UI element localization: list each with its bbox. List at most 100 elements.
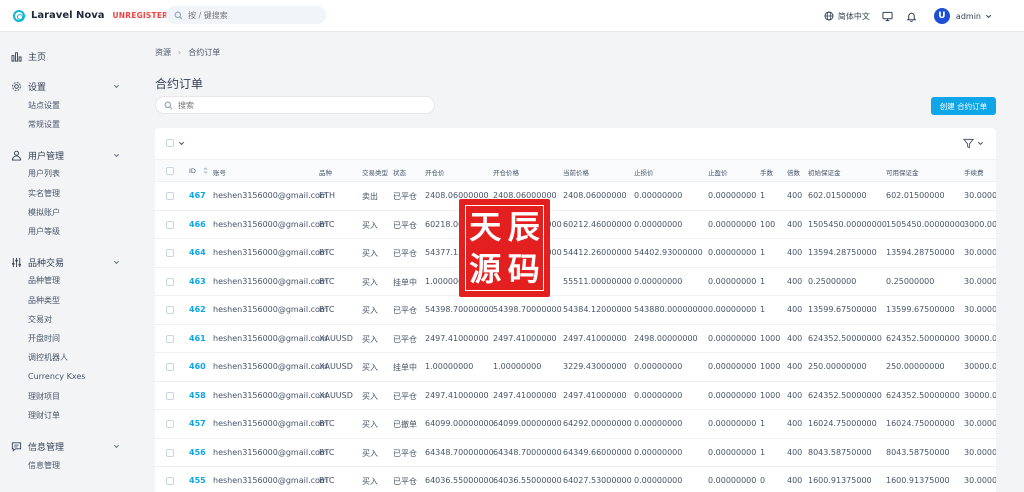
col-take-profit-cell: 0.00000000 xyxy=(708,447,757,457)
col-leverage-cell: 400 xyxy=(787,219,803,229)
sidebar-item-symbols[interactable]: 品种管理 xyxy=(28,275,60,286)
col-id-cell[interactable]: 467 xyxy=(189,191,206,200)
select-all-checkbox[interactable] xyxy=(166,139,174,147)
col-lots-cell: 1 xyxy=(760,276,766,286)
col-trade-type-cell: 买入 xyxy=(362,277,378,287)
row-checkbox[interactable] xyxy=(166,277,174,286)
sidebar-item-user-list[interactable]: 用户列表 xyxy=(28,168,60,179)
table-row[interactable]: 455 heshen3156000@gmail.com BTC 买入 已平仓 64036.… xyxy=(155,467,996,492)
row-checkbox[interactable] xyxy=(166,420,174,428)
col-open-price-cell: 2497.41000000 xyxy=(425,333,489,343)
sidebar-item-wealth-products[interactable]: 理财项目 xyxy=(28,391,60,402)
col-account-cell: heshen3156000@gmail.com xyxy=(213,362,328,371)
row-checkbox[interactable] xyxy=(166,448,174,457)
row-checkbox[interactable] xyxy=(166,391,174,400)
col-initial-margin-cell: 624352.50000000 xyxy=(808,390,882,400)
language-switcher[interactable]: 简体中文 xyxy=(824,11,870,22)
chevron-down-icon[interactable] xyxy=(985,13,992,20)
col-id-cell[interactable]: 456 xyxy=(189,448,206,457)
col-lots-cell: 1 xyxy=(760,248,766,257)
breadcrumb-resources[interactable]: 资源 xyxy=(155,47,171,58)
sidebar-item-kyc[interactable]: 实名管理 xyxy=(28,188,60,199)
table-row[interactable]: 461 heshen3156000@gmail.com XAUUSD 买入 已平仓 249… xyxy=(155,325,996,353)
header-col-current-price: 当前价格 xyxy=(563,169,589,177)
global-search[interactable] xyxy=(166,6,326,24)
sidebar-item-messages[interactable]: 信息管理 xyxy=(28,460,60,471)
table-row[interactable]: 456 heshen3156000@gmail.com BTC 买入 已平仓 64348.… xyxy=(155,439,996,467)
col-initial-margin-cell: 13599.67500000 xyxy=(808,305,877,314)
filter-button[interactable] xyxy=(963,138,984,149)
header-col-id[interactable]: ID xyxy=(189,167,196,175)
sidebar-group-label: 设置 xyxy=(28,83,47,93)
stamp-char: 天 xyxy=(469,208,502,246)
col-available-margin-cell: 16024.75000000 xyxy=(886,419,955,428)
row-checkbox[interactable] xyxy=(166,249,174,257)
col-id-cell[interactable]: 458 xyxy=(189,391,206,400)
col-fee-cell: 30.00000 xyxy=(964,191,996,200)
table-row[interactable]: 463 heshen3156000@gmail.com BTC 买入 挂单中 1.0000… xyxy=(155,268,996,296)
col-id-cell[interactable]: 462 xyxy=(189,305,206,314)
sidebar-group-settings[interactable]: 设置 xyxy=(10,80,120,93)
table-row[interactable]: 460 heshen3156000@gmail.com XAUUSD 买入 挂单中 1.0… xyxy=(155,353,996,382)
table-row[interactable]: 457 heshen3156000@gmail.com BTC 买入 已撤单 64099.… xyxy=(155,410,996,439)
table-row[interactable]: 458 heshen3156000@gmail.com XAUUSD 买入 已平仓 249… xyxy=(155,382,996,410)
col-available-margin-cell: 8043.58750000 xyxy=(886,447,950,457)
language-label: 简体中文 xyxy=(837,11,870,21)
col-id-cell[interactable]: 466 xyxy=(189,220,206,229)
col-stop-loss-cell: 0.00000000 xyxy=(634,476,683,485)
screen-button[interactable] xyxy=(882,10,894,22)
table-row[interactable]: 466heshen3156000@gmail.comBTC买入已平仓60218.… xyxy=(155,211,996,239)
sidebar-item-home[interactable]: 主页 xyxy=(10,50,120,63)
header-checkbox[interactable] xyxy=(166,167,174,175)
table-row[interactable]: 462 heshen3156000@gmail.com BTC 买入 已平仓 54398.… xyxy=(155,296,996,325)
user-menu-name[interactable]: admin xyxy=(956,12,981,21)
row-checkbox[interactable] xyxy=(166,477,174,485)
notifications-button[interactable] xyxy=(906,10,918,22)
col-status-cell: 已撤单 xyxy=(393,420,417,429)
sidebar-group-messages[interactable]: 信息管理 xyxy=(10,440,120,453)
col-available-margin-cell: 624352.50000000 xyxy=(886,390,960,400)
col-id-cell[interactable]: 461 xyxy=(189,334,206,343)
sidebar-item-general-settings[interactable]: 常规设置 xyxy=(28,119,60,130)
bell-icon xyxy=(907,12,917,22)
breadcrumb-current: 合约订单 xyxy=(188,48,221,57)
col-account-cell: heshen3156000@gmail.com xyxy=(213,390,328,400)
sidebar-item-opening-hours[interactable]: 开盘时间 xyxy=(28,333,60,344)
col-take-profit-cell: 0.00000000 xyxy=(708,248,757,257)
sidebar-item-user-levels[interactable]: 用户等级 xyxy=(28,226,60,237)
sidebar-item-demo-accounts[interactable]: 模拟账户 xyxy=(28,207,60,218)
row-checkbox[interactable] xyxy=(166,363,174,371)
table-row[interactable]: 464heshen3156000@gmail.comBTC买入已平仓54377.… xyxy=(155,239,996,268)
row-checkbox[interactable] xyxy=(166,306,174,314)
sidebar-item-symbol-types[interactable]: 品种类型 xyxy=(28,295,60,306)
col-symbol-cell: XAUUSD xyxy=(319,333,353,343)
row-checkbox[interactable] xyxy=(166,334,174,343)
sidebar-item-wealth-orders[interactable]: 理财订单 xyxy=(28,410,60,421)
col-id-cell[interactable]: 463 xyxy=(189,277,206,286)
col-id-cell[interactable]: 455 xyxy=(189,476,206,485)
brand[interactable]: Laravel Nova UNREGISTERED xyxy=(13,9,180,22)
sidebar-group-trading[interactable]: 品种交易 xyxy=(10,256,120,269)
col-id-cell[interactable]: 464 xyxy=(189,248,206,257)
select-all-control[interactable] xyxy=(166,139,185,147)
resource-search-input[interactable] xyxy=(178,100,418,110)
col-id-cell[interactable]: 457 xyxy=(189,419,206,428)
sort-icon[interactable] xyxy=(203,167,208,174)
sidebar-group-users[interactable]: 用户管理 xyxy=(10,149,120,162)
row-checkbox[interactable] xyxy=(166,220,174,229)
bar-chart-icon xyxy=(10,52,22,62)
avatar[interactable]: U xyxy=(933,8,950,24)
sidebar-item-currency-kxes[interactable]: Currency Kxes xyxy=(28,372,85,381)
sidebar-item-control-bot[interactable]: 调控机器人 xyxy=(28,352,68,363)
col-symbol-cell: BTC xyxy=(319,219,335,229)
table-row[interactable]: 467 heshen3156000@gmail.com ETH 卖出 已平仓 2408.0… xyxy=(155,182,996,211)
row-checkbox[interactable] xyxy=(166,192,174,200)
sidebar-item-trading-pairs[interactable]: 交易对 xyxy=(28,314,52,325)
create-order-button[interactable]: 创建 合约订单 xyxy=(931,97,996,115)
col-id-cell[interactable]: 460 xyxy=(189,362,206,371)
resource-search[interactable] xyxy=(155,96,435,114)
sidebar-item-site-settings[interactable]: 站点设置 xyxy=(28,100,60,111)
col-status-cell: 已平仓 xyxy=(393,249,417,258)
chevron-down-icon[interactable] xyxy=(178,140,185,147)
global-search-input[interactable] xyxy=(188,10,318,20)
